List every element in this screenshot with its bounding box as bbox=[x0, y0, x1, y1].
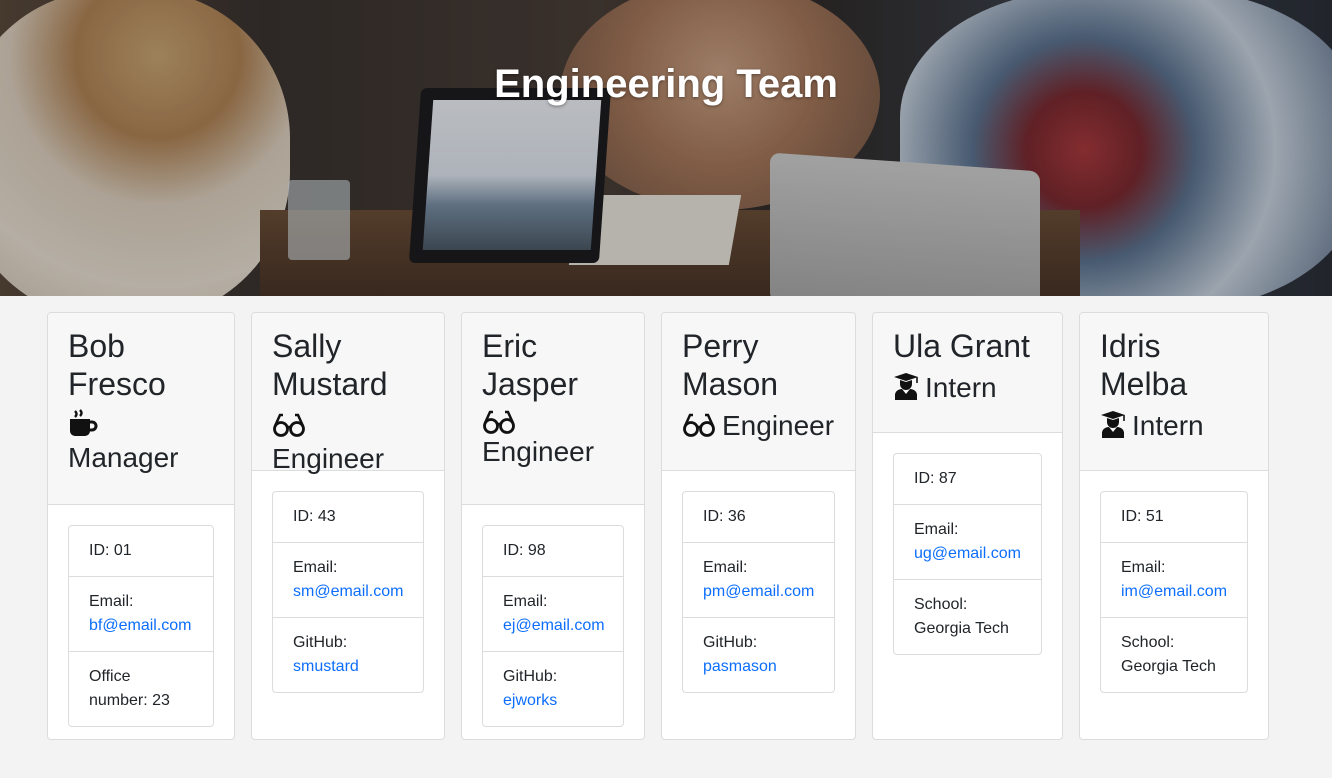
employee-email-row: Email: im@email.com bbox=[1101, 542, 1247, 617]
employee-details-list: ID: 98 Email: ej@email.com GitHub: ejwor… bbox=[482, 525, 624, 727]
glasses-icon bbox=[683, 413, 715, 437]
card-header: Eric Jasper Engineer bbox=[462, 313, 644, 505]
employee-name: Idris Melba bbox=[1100, 328, 1188, 402]
employee-card: Ula Grant Intern ID: 87 Email: ug@email.… bbox=[872, 312, 1063, 740]
page-title: Engineering Team bbox=[494, 62, 838, 106]
employee-email-row: Email: sm@email.com bbox=[273, 542, 423, 617]
office-number: Office number: 23 bbox=[69, 651, 213, 726]
employee-role: Manager bbox=[68, 409, 214, 474]
glasses-icon bbox=[273, 413, 305, 437]
employee-id: ID: 36 bbox=[703, 508, 746, 525]
github-label: GitHub: bbox=[503, 668, 558, 685]
employee-email-row: Email: pm@email.com bbox=[683, 542, 834, 617]
employee-role-label: Intern bbox=[925, 372, 997, 403]
github-label: GitHub: bbox=[293, 634, 348, 651]
email-link[interactable]: pm@email.com bbox=[703, 583, 814, 600]
employee-id: ID: 01 bbox=[89, 542, 132, 559]
employee-role: Engineer bbox=[682, 409, 835, 442]
school-value: Georgia Tech bbox=[1121, 658, 1216, 675]
graduate-icon bbox=[894, 373, 918, 400]
employee-name: Perry Mason bbox=[682, 328, 779, 402]
employee-card: Eric Jasper Engineer ID: 98 Email: ej@em… bbox=[461, 312, 645, 740]
email-link[interactable]: im@email.com bbox=[1121, 583, 1227, 600]
employee-details-list: ID: 01 Email: bf@email.com Office number… bbox=[68, 525, 214, 727]
school-label: School: bbox=[914, 596, 968, 613]
employee-name: Bob Fresco bbox=[68, 328, 166, 402]
employee-email-row: Email: ug@email.com bbox=[894, 504, 1041, 579]
employee-role-label: Intern bbox=[1132, 410, 1204, 441]
glasses-icon bbox=[483, 410, 515, 434]
school-row: School: Georgia Tech bbox=[1101, 617, 1247, 692]
github-link[interactable]: ejworks bbox=[503, 692, 557, 709]
employee-role: Engineer bbox=[272, 409, 424, 475]
employee-email-row: Email: bf@email.com bbox=[69, 576, 213, 651]
github-row: GitHub: ejworks bbox=[483, 651, 623, 726]
email-link[interactable]: sm@email.com bbox=[293, 583, 403, 600]
email-label: Email: bbox=[503, 593, 548, 610]
employee-role: Intern bbox=[1100, 409, 1248, 442]
card-header: Sally Mustard Engineer bbox=[252, 313, 444, 474]
employee-role-label: Engineer bbox=[482, 436, 595, 467]
employee-role-label: Engineer bbox=[272, 443, 385, 474]
email-label: Email: bbox=[703, 559, 748, 576]
employee-name: Eric Jasper bbox=[482, 328, 579, 402]
hero-banner: Engineering Team bbox=[0, 0, 1332, 296]
employee-name: Sally Mustard bbox=[272, 328, 388, 402]
employee-role-label: Manager bbox=[68, 442, 179, 473]
coffee-icon bbox=[70, 409, 98, 436]
github-row: GitHub: smustard bbox=[273, 617, 423, 692]
school-row: School: Georgia Tech bbox=[894, 579, 1041, 654]
email-label: Email: bbox=[89, 593, 134, 610]
employee-details-list: ID: 51 Email: im@email.com School: Georg… bbox=[1100, 491, 1248, 693]
employee-card: Perry Mason Engineer ID: 36 Email: pm@em… bbox=[661, 312, 856, 740]
school-value: Georgia Tech bbox=[914, 620, 1009, 637]
graduate-icon bbox=[1101, 411, 1125, 438]
employee-card: Bob Fresco Manager ID: 01 Email: bf@emai… bbox=[47, 312, 235, 740]
hero-overlay bbox=[0, 0, 1332, 296]
card-header: Idris Melba Intern bbox=[1080, 313, 1268, 471]
github-row: GitHub: pasmason bbox=[683, 617, 834, 692]
employee-name: Ula Grant bbox=[893, 328, 1030, 364]
github-link[interactable]: smustard bbox=[293, 658, 359, 675]
employee-id: ID: 43 bbox=[293, 508, 336, 525]
email-link[interactable]: ej@email.com bbox=[503, 617, 605, 634]
employee-details-list: ID: 87 Email: ug@email.com School: Georg… bbox=[893, 453, 1042, 655]
school-label: School: bbox=[1121, 634, 1175, 651]
github-label: GitHub: bbox=[703, 634, 758, 651]
email-link[interactable]: bf@email.com bbox=[89, 617, 192, 634]
employee-details-list: ID: 36 Email: pm@email.com GitHub: pasma… bbox=[682, 491, 835, 693]
email-label: Email: bbox=[293, 559, 338, 576]
employee-role: Intern bbox=[893, 371, 1042, 404]
employee-id: ID: 87 bbox=[914, 470, 957, 487]
card-header: Perry Mason Engineer bbox=[662, 313, 855, 471]
employee-card: Idris Melba Intern ID: 51 Email: im@emai… bbox=[1079, 312, 1269, 740]
employee-id: ID: 98 bbox=[503, 542, 546, 559]
employee-card: Sally Mustard Engineer ID: 43 Email: sm@… bbox=[251, 312, 445, 740]
employee-email-row: Email: ej@email.com bbox=[483, 576, 623, 651]
employee-details-list: ID: 43 Email: sm@email.com GitHub: smust… bbox=[272, 491, 424, 693]
card-header: Bob Fresco Manager bbox=[48, 313, 234, 505]
employee-id: ID: 51 bbox=[1121, 508, 1164, 525]
card-header: Ula Grant Intern bbox=[873, 313, 1062, 433]
email-label: Email: bbox=[914, 521, 959, 538]
email-link[interactable]: ug@email.com bbox=[914, 545, 1021, 562]
employee-role: Engineer bbox=[482, 409, 624, 468]
email-label: Email: bbox=[1121, 559, 1166, 576]
github-link[interactable]: pasmason bbox=[703, 658, 777, 675]
employee-role-label: Engineer bbox=[722, 410, 835, 441]
